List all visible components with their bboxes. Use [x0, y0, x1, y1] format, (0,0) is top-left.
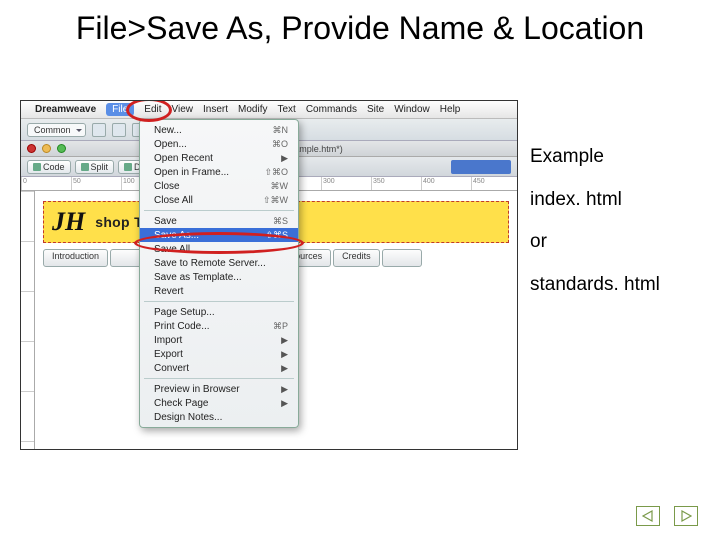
menu-item-open-in-frame[interactable]: Open in Frame...⇧⌘O: [140, 165, 298, 179]
menu-help[interactable]: Help: [440, 104, 461, 115]
side-text: Example index. html or standards. html: [530, 145, 660, 316]
menu-item-save-as[interactable]: Save As...⇧⌘S: [140, 228, 298, 242]
menu-item-save-as-template[interactable]: Save as Template...: [140, 270, 298, 284]
chevron-right-icon: ▶: [281, 335, 288, 346]
menu-shortcut: ⌘P: [273, 321, 288, 332]
menu-item-close[interactable]: Close⌘W: [140, 179, 298, 193]
window-zoom-icon[interactable]: [57, 144, 66, 153]
menu-shortcut: ⇧⌘S: [265, 230, 288, 241]
chevron-right-icon: ▶: [281, 363, 288, 374]
menu-view[interactable]: View: [172, 104, 194, 115]
menu-item-open-recent[interactable]: Open Recent▶: [140, 151, 298, 165]
menu-item-export[interactable]: Export▶: [140, 347, 298, 361]
menu-item-convert[interactable]: Convert▶: [140, 361, 298, 375]
menu-window[interactable]: Window: [394, 104, 430, 115]
menu-separator: [144, 378, 294, 379]
menu-item-close-all[interactable]: Close All⇧⌘W: [140, 193, 298, 207]
menu-item-page-setup[interactable]: Page Setup...: [140, 305, 298, 319]
menu-item-preview-in-browser[interactable]: Preview in Browser▶: [140, 382, 298, 396]
chevron-right-icon: ▶: [281, 384, 288, 395]
menu-item-save[interactable]: Save⌘S: [140, 214, 298, 228]
banner-logo: JH: [52, 207, 85, 237]
menu-file[interactable]: File: [106, 103, 134, 116]
window-close-icon[interactable]: [27, 144, 36, 153]
page-tab[interactable]: Credits: [333, 249, 380, 267]
page-tab[interactable]: [382, 249, 422, 267]
side-line: index. html: [530, 188, 660, 213]
menu-site[interactable]: Site: [367, 104, 384, 115]
app-screenshot: Dreamweave File Edit View Insert Modify …: [20, 100, 518, 450]
triangle-right-icon: [680, 510, 692, 522]
menu-edit[interactable]: Edit: [144, 104, 161, 115]
mac-menubar: Dreamweave File Edit View Insert Modify …: [21, 101, 517, 119]
menu-item-check-page[interactable]: Check Page▶: [140, 396, 298, 410]
menu-item-open[interactable]: Open...⌘O: [140, 137, 298, 151]
menu-shortcut: ⌘N: [273, 125, 289, 136]
insert-category-combo[interactable]: Common: [27, 123, 86, 137]
window-minimize-icon[interactable]: [42, 144, 51, 153]
app-name[interactable]: Dreamweave: [35, 104, 96, 115]
menu-item-import[interactable]: Import▶: [140, 333, 298, 347]
toolbar-right-block: [451, 160, 511, 174]
file-menu-dropdown: New...⌘NOpen...⌘OOpen Recent▶Open in Fra…: [139, 119, 299, 428]
prev-slide-button[interactable]: [636, 506, 660, 526]
menu-item-save-to-remote-server[interactable]: Save to Remote Server...: [140, 256, 298, 270]
menu-separator: [144, 210, 294, 211]
ruler-vertical: [21, 191, 35, 449]
side-line: or: [530, 230, 660, 255]
chevron-right-icon: ▶: [281, 153, 288, 164]
menu-item-revert[interactable]: Revert: [140, 284, 298, 298]
menu-item-design-notes[interactable]: Design Notes...: [140, 410, 298, 424]
side-line: standards. html: [530, 273, 660, 298]
code-view-button[interactable]: Code: [27, 160, 71, 174]
insert-icon[interactable]: [112, 123, 126, 137]
chevron-right-icon: ▶: [281, 398, 288, 409]
page-tab[interactable]: Introduction: [43, 249, 108, 267]
menu-commands[interactable]: Commands: [306, 104, 357, 115]
menu-insert[interactable]: Insert: [203, 104, 228, 115]
menu-item-new[interactable]: New...⌘N: [140, 123, 298, 137]
menu-separator: [144, 301, 294, 302]
menu-item-print-code[interactable]: Print Code...⌘P: [140, 319, 298, 333]
menu-shortcut: ⇧⌘O: [264, 167, 288, 178]
insert-icon[interactable]: [92, 123, 106, 137]
next-slide-button[interactable]: [674, 506, 698, 526]
menu-shortcut: ⇧⌘W: [263, 195, 288, 206]
menu-shortcut: ⌘S: [273, 216, 288, 227]
triangle-left-icon: [642, 510, 654, 522]
slide-title: File>Save As, Provide Name & Location: [0, 0, 720, 58]
menu-modify[interactable]: Modify: [238, 104, 267, 115]
menu-shortcut: ⌘W: [271, 181, 289, 192]
menu-item-save-all[interactable]: Save All: [140, 242, 298, 256]
side-line: Example: [530, 145, 660, 170]
slide-nav: [636, 506, 698, 526]
chevron-right-icon: ▶: [281, 349, 288, 360]
menu-shortcut: ⌘O: [272, 139, 288, 150]
split-view-button[interactable]: Split: [75, 160, 115, 174]
menu-text[interactable]: Text: [277, 104, 295, 115]
